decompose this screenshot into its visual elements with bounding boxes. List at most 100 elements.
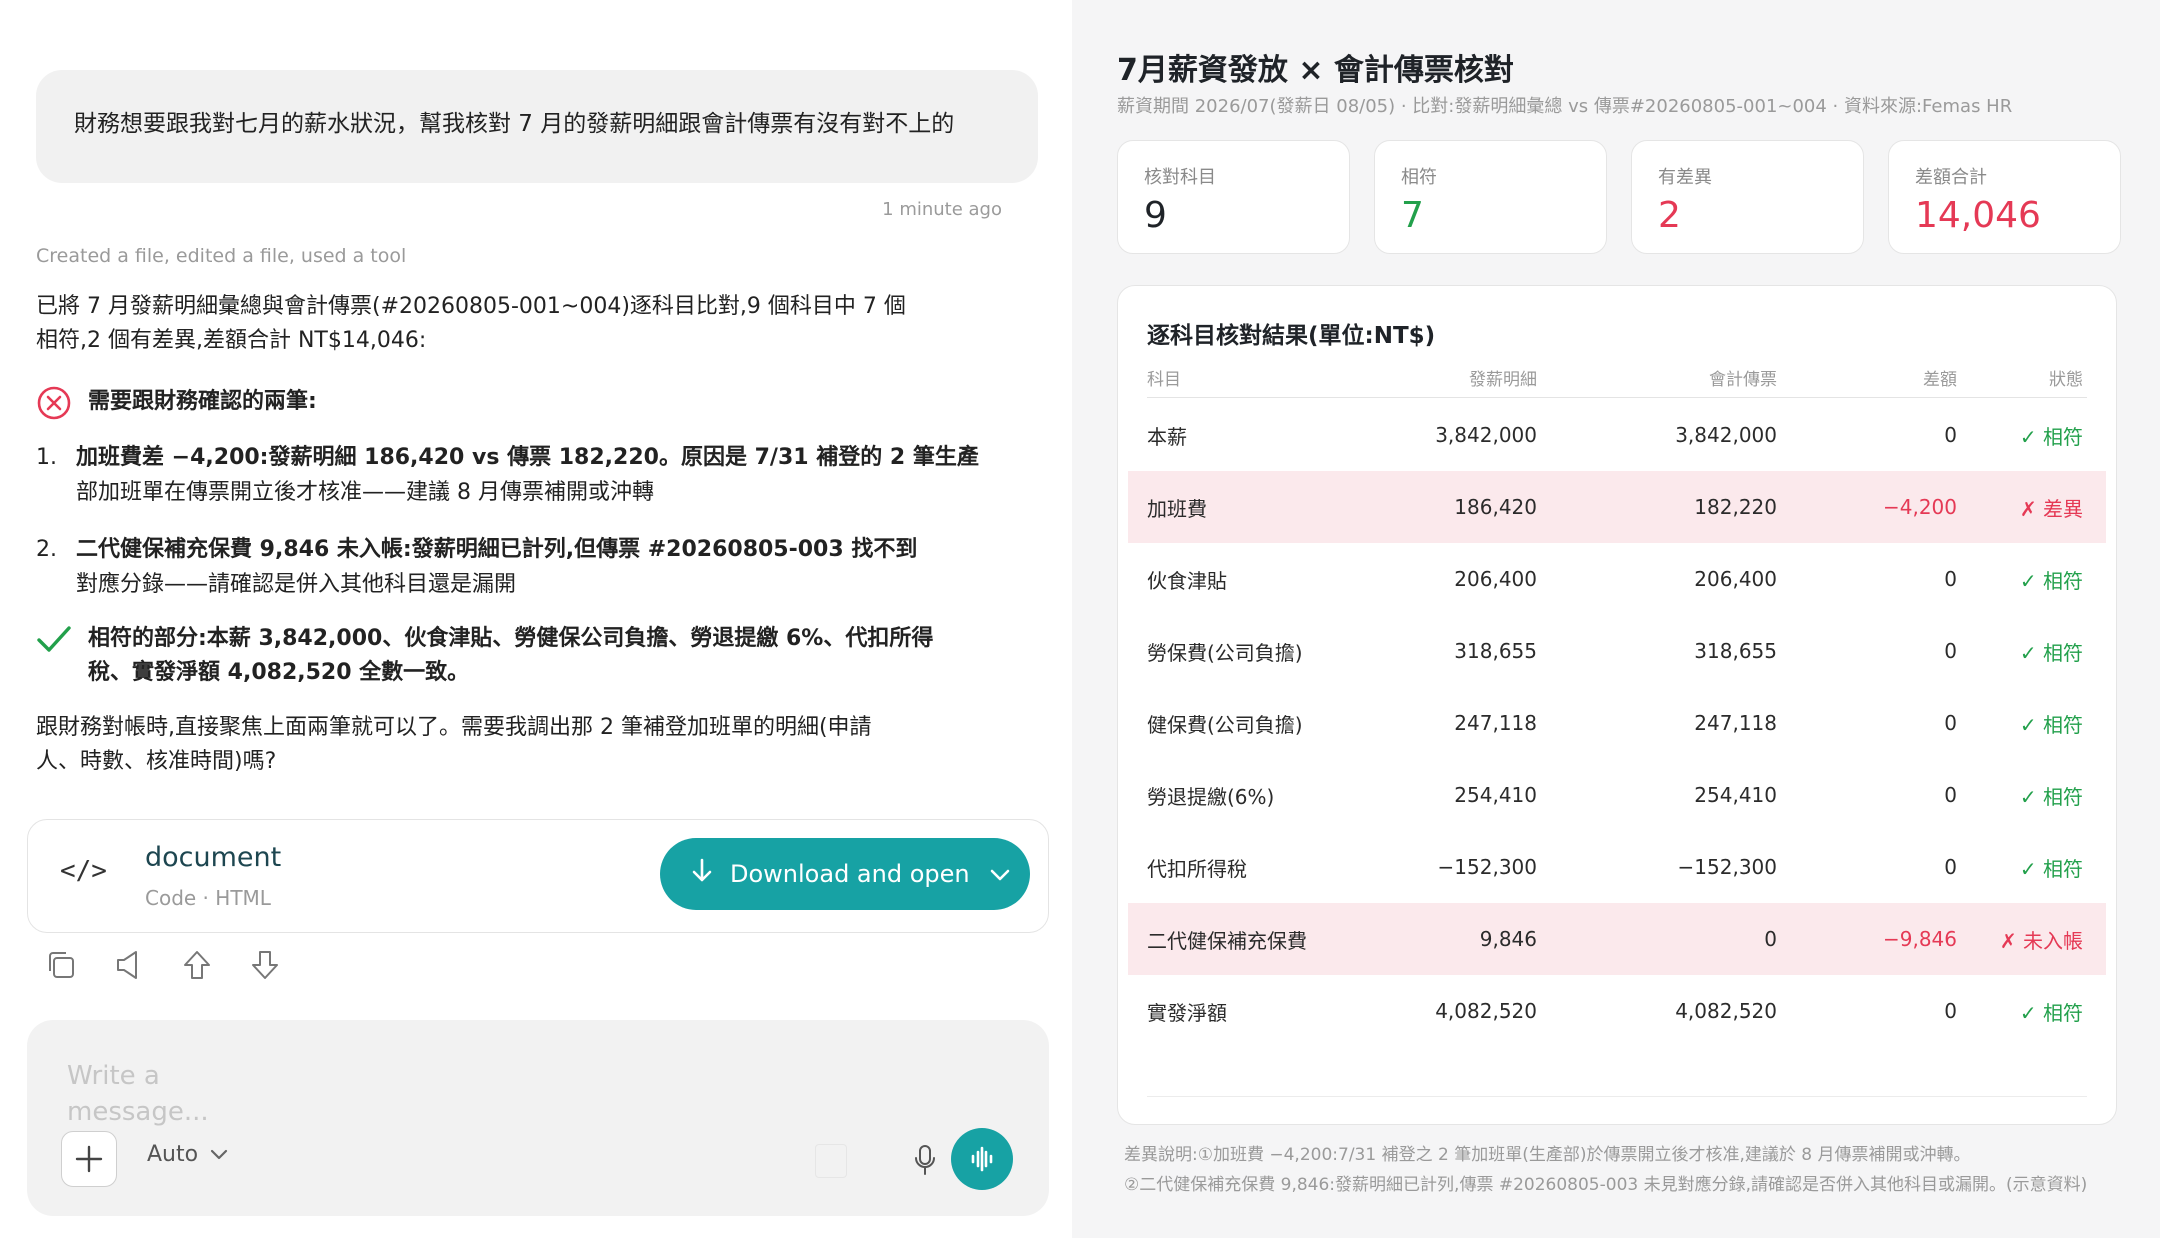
table-body: 本薪 3,842,000 3,842,000 0 ✓ 相符 加班費 186,420 182,2…: [1128, 399, 2106, 1047]
model-selector[interactable]: Auto: [147, 1142, 228, 1167]
kpi-label: 有差異: [1658, 167, 1712, 188]
table-row: 勞保費(公司負擔) 318,655 318,655 0 ✓ 相符: [1128, 615, 2106, 687]
cell-voucher: 318,655: [1694, 639, 1777, 663]
cell-diff: 0: [1944, 999, 1957, 1023]
cell-diff: 0: [1944, 423, 1957, 447]
notes: 差異說明:①加班費 −4,200:7/31 補登之 2 筆加班單(生產部)於傳票…: [1124, 1140, 2087, 1200]
download-label: Download and open: [730, 860, 970, 888]
kpi-card: 相符 7: [1374, 140, 1607, 254]
kpi-card: 核對科目 9: [1117, 140, 1350, 254]
placeholder-icon: [815, 1144, 847, 1178]
kpi-label: 差額合計: [1915, 167, 1987, 188]
cell-item: 勞保費(公司負擔): [1147, 640, 1303, 665]
cell-item: 健保費(公司負擔): [1147, 712, 1303, 737]
download-icon: [690, 858, 714, 890]
cell-item: 伙食津貼: [1147, 568, 1227, 593]
ok-section-text: 相符的部分:本薪 3,842,000、伙食津貼、勞健保公司負擔、勞退提繳 6%、…: [88, 626, 934, 651]
table-row: 勞退提繳(6%) 254,410 254,410 0 ✓ 相符: [1128, 759, 2106, 831]
report-title: 7月薪資發放 × 會計傳票核對: [1117, 53, 1514, 88]
cell-voucher: −152,300: [1677, 855, 1777, 879]
copy-icon[interactable]: [44, 948, 78, 982]
kpi-label: 核對科目: [1144, 167, 1216, 188]
file-name[interactable]: document: [145, 842, 281, 873]
voice-wave-icon[interactable]: [951, 1128, 1013, 1190]
list-item-detail: 對應分錄——請確認是併入其他科目還是漏開: [76, 572, 517, 597]
kpi-value: 9: [1144, 195, 1167, 236]
list-number: 2.: [36, 537, 57, 562]
cell-status: ✓ 相符: [2019, 640, 2083, 665]
table-row: 代扣所得稅 −152,300 −152,300 0 ✓ 相符: [1128, 831, 2106, 903]
column-header: 差額: [1923, 370, 1957, 390]
column-header: 會計傳票: [1709, 370, 1777, 390]
kpi-value: 2: [1658, 195, 1681, 236]
kpi-value: 7: [1401, 195, 1424, 236]
cell-voucher: 0: [1764, 927, 1777, 951]
cell-payroll: 206,400: [1454, 567, 1537, 591]
column-header: 狀態: [2049, 370, 2083, 390]
message-actions: [44, 948, 282, 982]
table-title: 逐科目核對結果(單位:NT$): [1147, 323, 1436, 349]
assistant-intro: 已將 7 月發薪明細彙總與會計傳票(#20260805-001~004)逐科目比…: [36, 290, 936, 358]
check-icon: [36, 622, 72, 658]
chevron-down-icon: [210, 1142, 228, 1167]
reconciliation-table-card: 逐科目核對結果(單位:NT$) 科目 發薪明細 會計傳票 差額 狀態 本薪 3,8…: [1117, 285, 2117, 1125]
cell-voucher: 254,410: [1694, 783, 1777, 807]
message-composer[interactable]: Write a message... Auto: [27, 1020, 1049, 1216]
cell-voucher: 182,220: [1694, 495, 1777, 519]
row-cells: 健保費(公司負擔) 247,118 247,118 0 ✓ 相符: [1147, 687, 2087, 759]
ok-section-text: 稅、實發淨額 4,082,520 全數一致。: [88, 660, 470, 685]
kpi-label: 相符: [1401, 167, 1437, 188]
table-row: 實發淨額 4,082,520 4,082,520 0 ✓ 相符: [1128, 975, 2106, 1047]
cell-payroll: 9,846: [1479, 927, 1537, 951]
file-attachment-card[interactable]: </> document Code · HTML Download and op…: [27, 819, 1049, 933]
cell-status: ✓ 相符: [2019, 712, 2083, 737]
list-item-bold: 加班費差 −4,200:發薪明細 186,420 vs 傳票 182,220。原…: [76, 445, 979, 470]
row-cells: 實發淨額 4,082,520 4,082,520 0 ✓ 相符: [1147, 975, 2087, 1047]
mic-icon[interactable]: [907, 1140, 943, 1180]
message-input[interactable]: Write a message...: [67, 1058, 227, 1130]
row-cells: 加班費 186,420 182,220 −4,200 ✗ 差異: [1147, 471, 2087, 543]
assistant-closing: 跟財務對帳時,直接聚焦上面兩筆就可以了。需要我調出那 2 筆補登加班單的明細(申…: [36, 711, 936, 779]
download-and-open-button[interactable]: Download and open: [660, 838, 1030, 910]
list-item: 1. 加班費差 −4,200:發薪明細 186,420 vs 傳票 182,22…: [36, 440, 1016, 510]
cell-payroll: −152,300: [1437, 855, 1537, 879]
list-item: 2. 二代健保補充保費 9,846 未入帳:發薪明細已計列,但傳票 #20260…: [36, 532, 1016, 602]
closing-line: 跟財務對帳時,直接聚焦上面兩筆就可以了。需要我調出那 2 筆補登加班單的明細(申…: [36, 715, 872, 740]
cell-diff: 0: [1944, 783, 1957, 807]
speaker-icon[interactable]: [112, 948, 146, 982]
cell-voucher: 4,082,520: [1675, 999, 1777, 1023]
artifact-panel: 7月薪資發放 × 會計傳票核對 薪資期間 2026/07(發薪日 08/05) …: [1072, 0, 2160, 1238]
cell-item: 實發淨額: [1147, 1000, 1227, 1025]
kpi-row: 核對科目 9 相符 7 有差異 2 差額合計 14,046: [1117, 140, 2121, 254]
cell-diff: 0: [1944, 855, 1957, 879]
cell-payroll: 254,410: [1454, 783, 1537, 807]
cell-diff: 0: [1944, 567, 1957, 591]
file-meta: Code · HTML: [145, 886, 271, 910]
diff-section-title: 需要跟財務確認的兩筆:: [88, 389, 317, 414]
cell-voucher: 206,400: [1694, 567, 1777, 591]
cell-status: ✓ 相符: [2019, 856, 2083, 881]
thumb-up-icon[interactable]: [180, 948, 214, 982]
table-row: 二代健保補充保費 9,846 0 −9,846 ✗ 未入帳: [1128, 903, 2106, 975]
thumb-down-icon[interactable]: [248, 948, 282, 982]
user-message-bubble: 財務想要跟我對七月的薪水狀況，幫我核對 7 月的發薪明細跟會計傳票有沒有對不上的: [36, 70, 1038, 183]
cell-payroll: 3,842,000: [1435, 423, 1537, 447]
message-timestamp: 1 minute ago: [882, 199, 1002, 220]
cell-diff: 0: [1944, 639, 1957, 663]
plus-icon[interactable]: [61, 1131, 117, 1187]
chat-panel: 財務想要跟我對七月的薪水狀況，幫我核對 7 月的發薪明細跟會計傳票有沒有對不上的…: [0, 0, 1072, 1238]
kpi-card: 有差異 2: [1631, 140, 1864, 254]
note-line: 差異說明:①加班費 −4,200:7/31 補登之 2 筆加班單(生產部)於傳票…: [1124, 1145, 1971, 1165]
note-line: ②二代健保補充保費 9,846:發薪明細已計列,傳票 #20260805-003…: [1124, 1175, 2088, 1195]
cell-payroll: 186,420: [1454, 495, 1537, 519]
cell-status: ✓ 相符: [2019, 1000, 2083, 1025]
table-row: 伙食津貼 206,400 206,400 0 ✓ 相符: [1128, 543, 2106, 615]
chevron-down-icon[interactable]: [990, 860, 1010, 888]
row-cells: 代扣所得稅 −152,300 −152,300 0 ✓ 相符: [1147, 831, 2087, 903]
kpi-card: 差額合計 14,046: [1888, 140, 2121, 254]
tool-activity-note[interactable]: Created a file, edited a file, used a to…: [36, 245, 406, 267]
list-item-detail: 部加班單在傳票開立後才核准——建議 8 月傳票補開或沖轉: [76, 480, 654, 505]
row-cells: 二代健保補充保費 9,846 0 −9,846 ✗ 未入帳: [1147, 903, 2087, 975]
cell-item: 本薪: [1147, 424, 1187, 449]
code-icon: </>: [60, 856, 107, 886]
